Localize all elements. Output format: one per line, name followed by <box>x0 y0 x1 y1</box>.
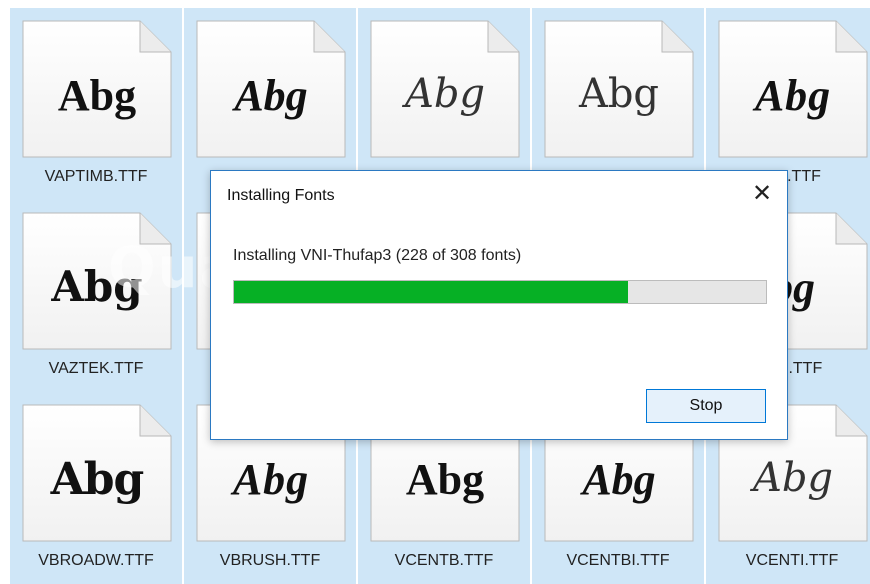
font-sample-text: Abg <box>50 454 145 505</box>
font-sample-text: Abg <box>57 71 137 120</box>
document-icon: Abg <box>196 20 346 158</box>
font-sample-text: Abg <box>582 455 656 504</box>
stop-button[interactable]: Stop <box>646 389 766 423</box>
font-sample-text: Abg <box>754 71 832 120</box>
document-icon: Abg <box>718 20 868 158</box>
font-file-name: VBRUSH.TTF <box>219 552 321 569</box>
font-sample-text: Abg <box>578 71 660 117</box>
document-icon: Abg <box>544 20 694 158</box>
progress-bar-fill <box>234 281 628 303</box>
font-file-tile[interactable]: Abg VAPTIMB.TTF <box>10 8 182 200</box>
install-status-text: Installing VNI-Thufap3 (228 of 308 fonts… <box>233 247 522 264</box>
font-sample-text: Abg <box>51 262 143 311</box>
font-file-name: VCENTB.TTF <box>394 552 494 569</box>
document-icon: Abg <box>22 404 172 542</box>
font-sample-text: Abg <box>405 455 485 504</box>
font-file-name: VAPTIMB.TTF <box>44 168 148 185</box>
document-icon: Abg <box>22 212 172 350</box>
font-file-name: VBROADW.TTF <box>38 552 154 569</box>
font-sample-text: Abg <box>404 71 486 117</box>
document-icon: Abg <box>22 20 172 158</box>
font-sample-text: Abg <box>752 455 834 501</box>
dialog-title: Installing Fonts <box>227 187 335 204</box>
font-file-tile[interactable]: Abg VBROADW.TTF <box>10 392 182 584</box>
font-file-name: VAZTEK.TTF <box>48 360 144 377</box>
font-file-name: VCENTI.TTF <box>745 552 839 569</box>
font-file-name: VCENTBI.TTF <box>566 552 670 569</box>
installing-fonts-dialog: Installing Fonts ✕ Installing VNI-Thufap… <box>210 170 788 440</box>
close-icon[interactable]: ✕ <box>747 179 777 209</box>
progress-bar <box>233 280 767 304</box>
font-sample-text: Abg <box>234 71 308 120</box>
document-icon: Abg <box>370 20 520 158</box>
font-file-tile[interactable]: Abg VAZTEK.TTF <box>10 200 182 392</box>
font-sample-text: Abg <box>232 455 310 504</box>
